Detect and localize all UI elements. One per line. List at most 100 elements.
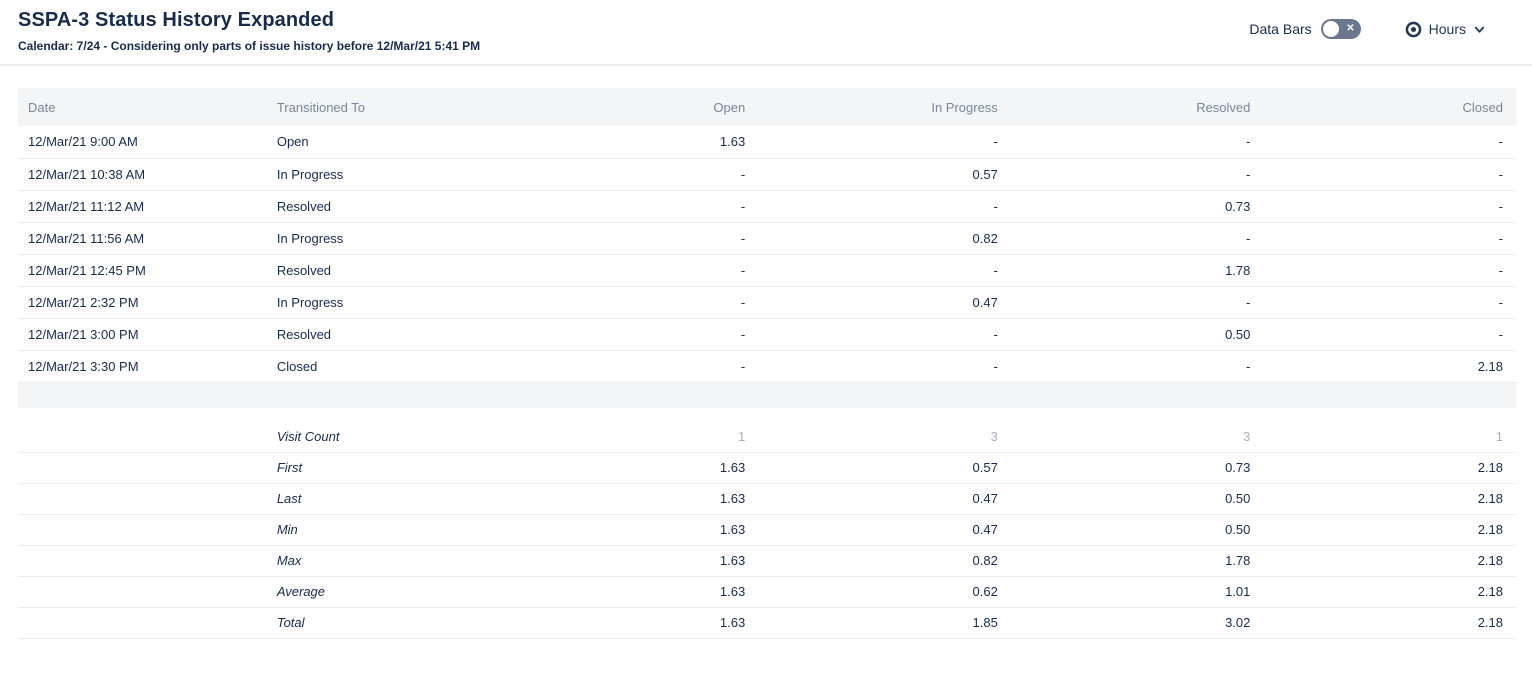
open-cell: 1.63 — [507, 514, 760, 545]
summary-label-cell: Visit Count — [267, 421, 507, 452]
closed-cell: 2.18 — [1264, 607, 1517, 638]
hours-label: Hours — [1429, 21, 1466, 37]
table-row: 12/Mar/21 11:56 AM In Progress - 0.82 - … — [18, 222, 1517, 254]
in-progress-cell: 3 — [759, 421, 1012, 452]
in-progress-cell: 0.47 — [759, 514, 1012, 545]
status-history-table-wrap: Date Transitioned To Open In Progress Re… — [18, 88, 1517, 639]
column-header-in-progress: In Progress — [759, 88, 1012, 126]
closed-cell: - — [1264, 158, 1517, 190]
transitioned-to-cell: Resolved — [267, 318, 507, 350]
table-row: 12/Mar/21 9:00 AM Open 1.63 - - - — [18, 126, 1517, 158]
column-header-date: Date — [18, 88, 267, 126]
transitioned-to-cell: Resolved — [267, 190, 507, 222]
in-progress-cell: 0.47 — [759, 483, 1012, 514]
table-row: 12/Mar/21 3:30 PM Closed - - - 2.18 — [18, 350, 1517, 382]
summary-label-cell: Max — [267, 545, 507, 576]
heading-block: SSPA-3 Status History Expanded Calendar:… — [18, 9, 480, 53]
transitioned-to-cell: Open — [267, 126, 507, 158]
closed-cell: - — [1264, 190, 1517, 222]
closed-cell: 2.18 — [1264, 545, 1517, 576]
open-cell: - — [507, 350, 760, 382]
open-cell: - — [507, 286, 760, 318]
open-cell: - — [507, 222, 760, 254]
resolved-cell: - — [1012, 286, 1265, 318]
header-divider — [0, 64, 1532, 66]
in-progress-cell: - — [759, 318, 1012, 350]
table-row: 12/Mar/21 3:00 PM Resolved - - 0.50 - — [18, 318, 1517, 350]
in-progress-cell: - — [759, 190, 1012, 222]
top-bar: SSPA-3 Status History Expanded Calendar:… — [0, 0, 1532, 53]
table-row: 12/Mar/21 12:45 PM Resolved - - 1.78 - — [18, 254, 1517, 286]
closed-cell: - — [1264, 254, 1517, 286]
data-bars-toggle[interactable]: ✕ — [1321, 19, 1361, 39]
transitioned-to-cell: Resolved — [267, 254, 507, 286]
resolved-cell: 3 — [1012, 421, 1265, 452]
table-row: 12/Mar/21 2:32 PM In Progress - 0.47 - - — [18, 286, 1517, 318]
open-cell: 1.63 — [507, 576, 760, 607]
open-cell: 1.63 — [507, 607, 760, 638]
closed-cell: - — [1264, 286, 1517, 318]
open-cell: - — [507, 158, 760, 190]
date-cell: 12/Mar/21 3:30 PM — [18, 350, 267, 382]
summary-label-cell: Last — [267, 483, 507, 514]
summary-label-cell: Min — [267, 514, 507, 545]
summary-row-average: Average 1.63 0.62 1.01 2.18 — [18, 576, 1517, 607]
resolved-cell: 0.50 — [1012, 483, 1265, 514]
summary-row-first: First 1.63 0.57 0.73 2.18 — [18, 452, 1517, 483]
closed-cell: 1 — [1264, 421, 1517, 452]
date-cell: 12/Mar/21 12:45 PM — [18, 254, 267, 286]
summary-row-max: Max 1.63 0.82 1.78 2.18 — [18, 545, 1517, 576]
in-progress-cell: - — [759, 126, 1012, 158]
resolved-cell: 0.50 — [1012, 318, 1265, 350]
date-cell: 12/Mar/21 3:00 PM — [18, 318, 267, 350]
in-progress-cell: 0.47 — [759, 286, 1012, 318]
summary-label-cell: Average — [267, 576, 507, 607]
column-header-transitioned-to: Transitioned To — [267, 88, 507, 126]
closed-cell: 2.18 — [1264, 514, 1517, 545]
hours-dropdown[interactable]: Hours — [1405, 21, 1486, 38]
closed-cell: 2.18 — [1264, 350, 1517, 382]
date-cell: 12/Mar/21 9:00 AM — [18, 126, 267, 158]
closed-cell: 2.18 — [1264, 576, 1517, 607]
column-header-open: Open — [507, 88, 760, 126]
in-progress-cell: 0.82 — [759, 545, 1012, 576]
table-header-row: Date Transitioned To Open In Progress Re… — [18, 88, 1517, 126]
open-cell: 1.63 — [507, 126, 760, 158]
toggle-knob-icon — [1323, 21, 1339, 37]
transitioned-to-cell: In Progress — [267, 286, 507, 318]
open-cell: 1.63 — [507, 452, 760, 483]
closed-cell: 2.18 — [1264, 483, 1517, 514]
eye-icon — [1405, 21, 1422, 38]
transitioned-to-cell: In Progress — [267, 222, 507, 254]
resolved-cell: 0.73 — [1012, 452, 1265, 483]
closed-cell: 2.18 — [1264, 452, 1517, 483]
resolved-cell: 1.78 — [1012, 254, 1265, 286]
open-cell: 1 — [507, 421, 760, 452]
in-progress-cell: - — [759, 254, 1012, 286]
resolved-cell: - — [1012, 126, 1265, 158]
closed-cell: - — [1264, 126, 1517, 158]
summary-row-last: Last 1.63 0.47 0.50 2.18 — [18, 483, 1517, 514]
in-progress-cell: 0.62 — [759, 576, 1012, 607]
date-cell: 12/Mar/21 10:38 AM — [18, 158, 267, 190]
summary-row-total: Total 1.63 1.85 3.02 2.18 — [18, 607, 1517, 638]
open-cell: - — [507, 190, 760, 222]
column-header-resolved: Resolved — [1012, 88, 1265, 126]
chevron-down-icon — [1473, 23, 1486, 36]
in-progress-cell: 1.85 — [759, 607, 1012, 638]
in-progress-cell: - — [759, 350, 1012, 382]
resolved-cell: - — [1012, 158, 1265, 190]
resolved-cell: - — [1012, 222, 1265, 254]
resolved-cell: - — [1012, 350, 1265, 382]
open-cell: 1.63 — [507, 545, 760, 576]
open-cell: - — [507, 254, 760, 286]
date-cell: 12/Mar/21 11:12 AM — [18, 190, 267, 222]
header-controls: Data Bars ✕ Hours — [1249, 19, 1486, 39]
column-header-closed: Closed — [1264, 88, 1517, 126]
summary-row-visit-count: Visit Count 1 3 3 1 — [18, 421, 1517, 452]
in-progress-cell: 0.57 — [759, 452, 1012, 483]
resolved-cell: 1.78 — [1012, 545, 1265, 576]
spacer-row — [18, 382, 1517, 408]
calendar-subtitle: Calendar: 7/24 - Considering only parts … — [18, 39, 480, 53]
in-progress-cell: 0.82 — [759, 222, 1012, 254]
